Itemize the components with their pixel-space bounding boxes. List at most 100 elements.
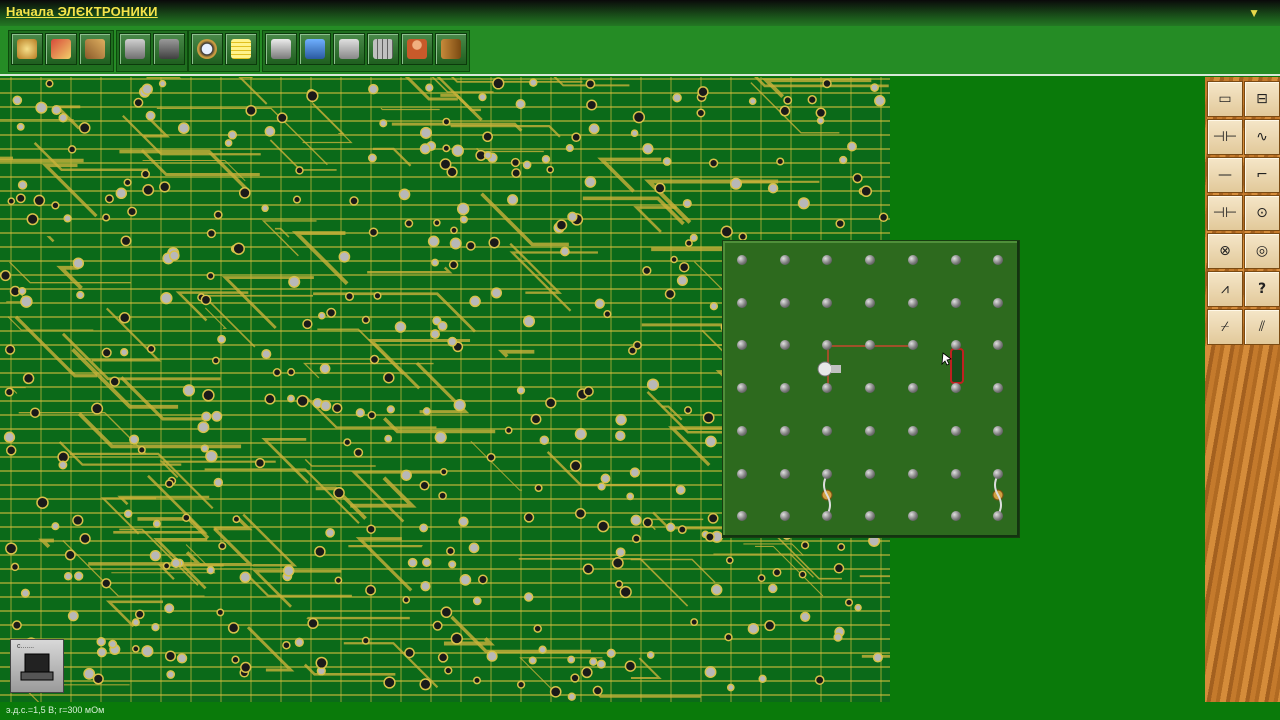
breadboard-hole[interactable] [950, 383, 961, 394]
breadboard-hole[interactable] [950, 297, 961, 308]
pcb-trace [644, 179, 779, 224]
variable-capacitor-button[interactable]: ⫽ [1244, 309, 1280, 345]
breadboard-hole[interactable] [779, 297, 790, 308]
pcb-pad [170, 558, 182, 569]
breadboard-hole[interactable] [950, 340, 961, 351]
pcb-pad [768, 583, 778, 594]
pcb-pad [522, 315, 536, 328]
pcb-pad [629, 467, 641, 478]
pcb-pad [361, 636, 370, 645]
pcb-pad [315, 656, 328, 670]
lamp-part[interactable] [817, 361, 833, 377]
notes-button[interactable] [225, 33, 257, 65]
pcb-pad [22, 372, 35, 385]
breadboard-hole[interactable] [907, 511, 918, 522]
pcb-pad [307, 617, 319, 630]
breadboard-hole[interactable] [950, 425, 961, 436]
breadboard-hole[interactable] [779, 468, 790, 479]
pcb-pad [232, 242, 245, 255]
rheostat-icon: ⩘ [1221, 281, 1229, 297]
pcb-pad [149, 549, 162, 562]
lab-icon [305, 39, 325, 59]
breadboard-hole[interactable] [737, 297, 747, 308]
printer-button[interactable] [333, 33, 365, 65]
breadboard-hole[interactable] [907, 255, 918, 265]
breadboard-hole[interactable] [907, 297, 918, 308]
pcb-pad [58, 460, 68, 470]
pcb-pad [206, 566, 215, 575]
computer-button[interactable]: с....... [10, 639, 64, 693]
tools-button[interactable] [79, 33, 111, 65]
pcb-pad [446, 546, 455, 556]
pcb-pad [530, 413, 542, 425]
voltmeter-button[interactable]: ◎ [1244, 233, 1280, 269]
breadboard-hole[interactable] [950, 255, 961, 265]
breadboard-hole[interactable] [822, 468, 833, 479]
calculator-button[interactable] [367, 33, 399, 65]
breadboard-hole[interactable] [737, 468, 747, 479]
breadboard-hole[interactable] [907, 468, 918, 479]
exit-door-button[interactable] [435, 33, 467, 65]
breadboard-hole[interactable] [737, 425, 747, 436]
teacher-button[interactable] [401, 33, 433, 65]
pcb-trace [546, 451, 676, 487]
breadboard-hole[interactable] [993, 297, 1004, 308]
breadboard-hole[interactable] [993, 468, 1004, 479]
breadboard-hole[interactable] [737, 255, 747, 265]
resistor-button[interactable]: ▭ [1207, 81, 1243, 117]
breadboard-hole[interactable] [779, 511, 790, 522]
oscilloscope-button[interactable] [153, 33, 185, 65]
books-icon [271, 39, 291, 59]
pcb-pad [720, 225, 733, 238]
lamp-button[interactable]: ⊗ [1207, 233, 1243, 269]
new-circuit-button[interactable] [11, 33, 43, 65]
ammeter-button[interactable]: ⊙ [1244, 195, 1280, 231]
capacitor-button[interactable]: ⊣⊢ [1207, 119, 1243, 155]
pcb-pad [419, 678, 432, 691]
breadboard-hole[interactable] [779, 383, 790, 394]
pcb-trace [120, 376, 208, 421]
inductor-button[interactable]: ∿ [1244, 119, 1280, 155]
unknown-button[interactable]: ? [1244, 271, 1280, 307]
pcb-pad [571, 132, 582, 143]
fuse-button[interactable]: ⊟ [1244, 81, 1280, 117]
pcb-pad [51, 104, 62, 116]
pcb-trace [497, 349, 535, 358]
variable-resistor-button[interactable]: ⌿ [1207, 309, 1243, 345]
breadboard[interactable] [722, 240, 1020, 538]
battery-part[interactable] [950, 348, 964, 384]
pcb-pad [51, 522, 60, 531]
pcb-pad [137, 445, 146, 454]
pcb-pad [757, 574, 766, 583]
lab-button[interactable] [299, 33, 331, 65]
exit-door-icon [441, 39, 461, 59]
breadboard-hole[interactable] [907, 425, 918, 436]
pcb-pad [447, 336, 458, 347]
wire-button[interactable]: — [1207, 157, 1243, 193]
magnifier-button[interactable] [191, 33, 223, 65]
breadboard-hole[interactable] [865, 425, 876, 436]
app-title[interactable]: Начала ЭЛЄКТРОНИКИ [6, 4, 158, 19]
breadboard-hole[interactable] [865, 468, 876, 479]
breadboard-hole[interactable] [950, 511, 961, 522]
pcb-pad [368, 227, 379, 237]
battery-button[interactable]: ⊣⊢ [1207, 195, 1243, 231]
pcb-pad [565, 143, 574, 153]
breadboard-hole[interactable] [907, 383, 918, 394]
pcb-pad [118, 312, 131, 324]
pcb-trace [14, 315, 98, 378]
breadboard-hole[interactable] [950, 468, 961, 479]
books-button[interactable] [265, 33, 297, 65]
pcb-pad [597, 482, 606, 491]
switch-button[interactable]: ⌐ [1244, 157, 1280, 193]
rheostat-button[interactable]: ⩘ [1207, 271, 1243, 307]
breadboard-hole[interactable] [993, 425, 1004, 436]
pcb-pad [18, 286, 27, 296]
filter-triangle-icon[interactable]: ▼ [1248, 6, 1260, 20]
meter-button[interactable] [119, 33, 151, 65]
breadboard-hole[interactable] [779, 425, 790, 436]
pcb-pad [468, 542, 480, 554]
breadboard-hole[interactable] [865, 297, 876, 308]
open-file-button[interactable] [45, 33, 77, 65]
breadboard-hole[interactable] [779, 255, 790, 265]
